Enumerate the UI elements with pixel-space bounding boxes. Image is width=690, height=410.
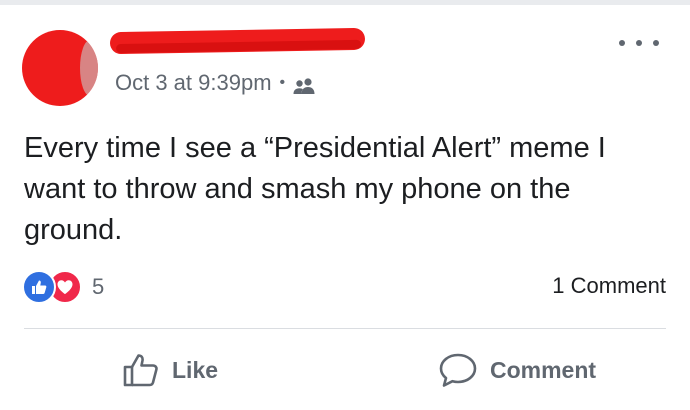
comment-count-link[interactable]: 1 Comment <box>552 273 666 299</box>
like-button-label: Like <box>172 356 219 383</box>
ellipsis-icon <box>619 40 625 46</box>
more-options-button[interactable] <box>619 32 659 54</box>
comment-button-label: Comment <box>490 356 597 383</box>
meta-separator: • <box>279 74 286 91</box>
post-text: Every time I see a “Presidential Alert” … <box>24 132 606 246</box>
post-card: Oct 3 at 9:39pm • Every time I see a “Pr… <box>0 0 690 410</box>
avatar-redaction <box>80 40 98 96</box>
avatar[interactable] <box>22 30 98 106</box>
like-button[interactable]: Like <box>122 348 218 392</box>
comment-button[interactable]: Comment <box>438 348 596 392</box>
author-name <box>110 32 111 33</box>
reactions-summary[interactable]: 5 <box>22 270 104 304</box>
speech-bubble-icon <box>439 353 477 387</box>
author-name-redacted[interactable] <box>109 27 366 55</box>
ellipsis-icon <box>636 40 642 46</box>
reaction-count: 5 <box>92 274 105 299</box>
thumbs-up-icon <box>123 354 158 387</box>
post-meta: Oct 3 at 9:39pm • <box>115 70 317 96</box>
action-divider <box>24 328 666 329</box>
post-timestamp[interactable]: Oct 3 at 9:39pm <box>115 70 272 96</box>
friends-icon[interactable] <box>291 75 317 94</box>
ellipsis-icon <box>653 40 659 46</box>
like-reaction-icon <box>22 270 56 304</box>
top-divider <box>0 0 690 5</box>
